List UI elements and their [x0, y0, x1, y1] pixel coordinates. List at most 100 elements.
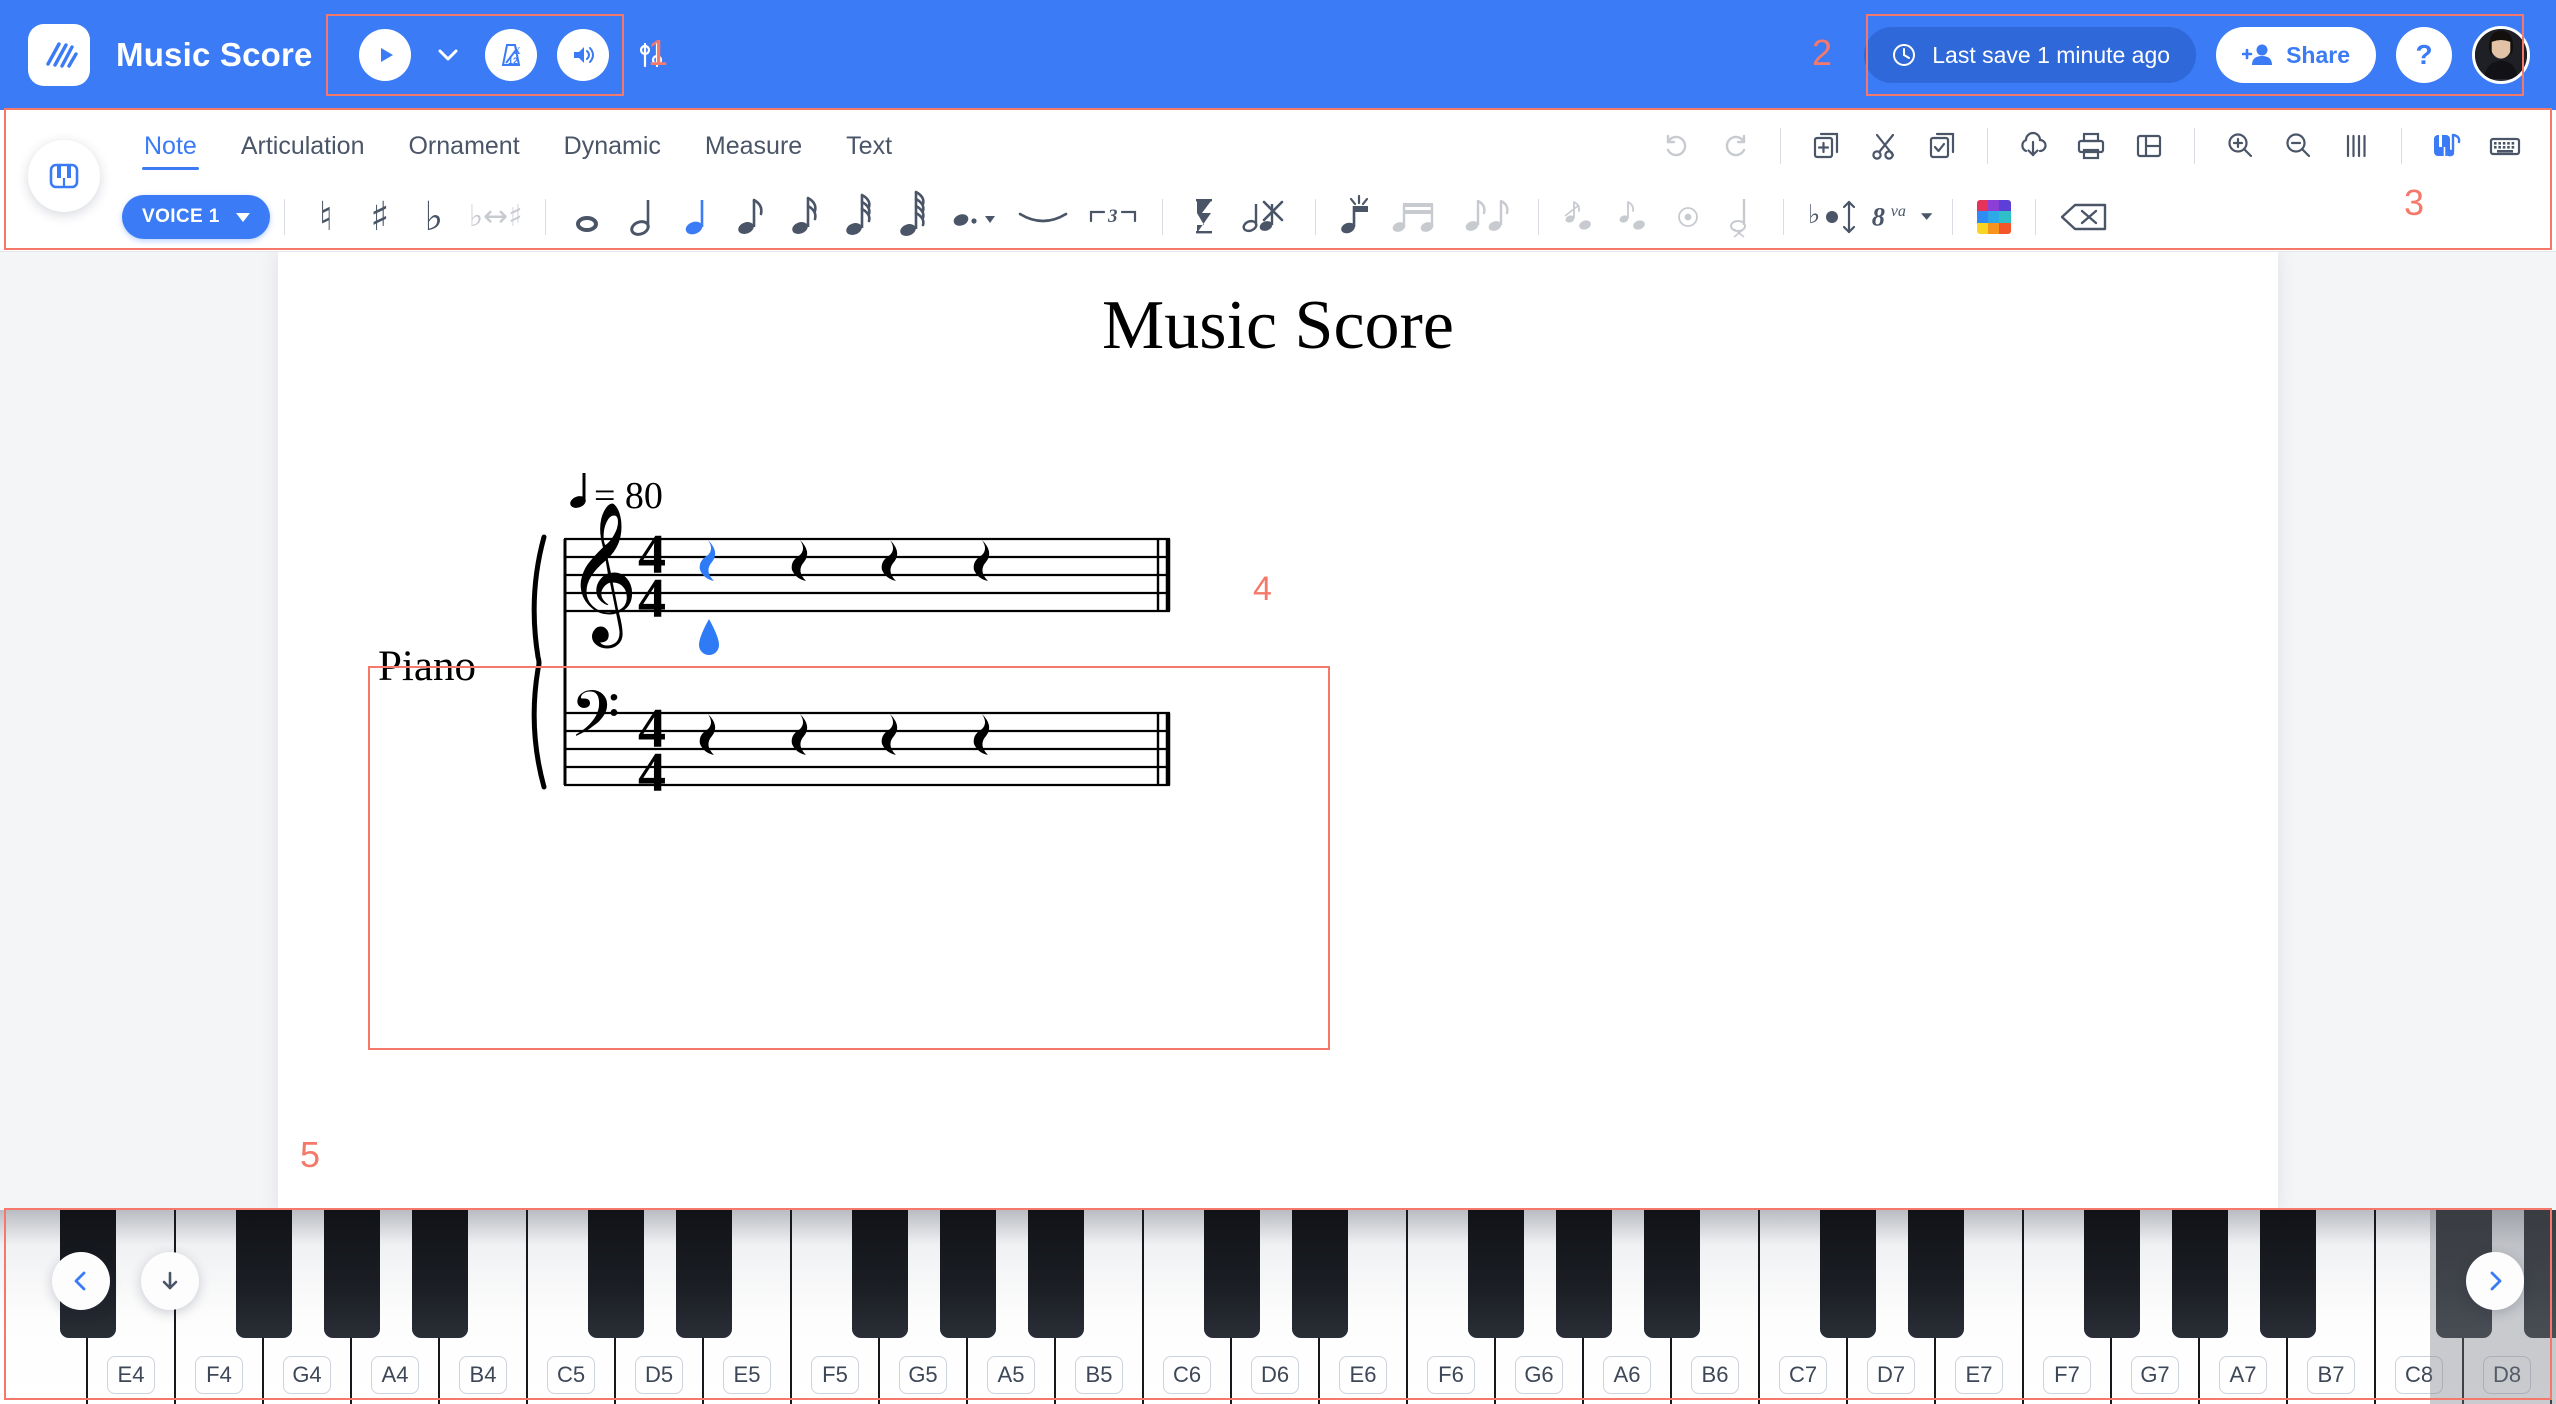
tuplet-button[interactable]: 3 [1078, 190, 1148, 244]
tie-button[interactable] [1008, 190, 1078, 244]
zoom-out-button[interactable] [2271, 119, 2325, 173]
tab-ornament[interactable]: Ornament [386, 110, 541, 182]
piano-black-key[interactable] [852, 1210, 908, 1338]
rest-button[interactable] [1177, 190, 1231, 244]
tab-articulation[interactable]: Articulation [219, 110, 387, 182]
natural-icon: ♮ [318, 194, 333, 240]
stem-button[interactable] [1715, 190, 1769, 244]
piano-black-key[interactable] [1820, 1210, 1876, 1338]
respell-button[interactable]: ♭↔♯ [461, 190, 531, 244]
erase-button[interactable] [2050, 190, 2120, 244]
piano-black-key[interactable] [1292, 1210, 1348, 1338]
print-button[interactable] [2064, 119, 2118, 173]
beam-break-button[interactable] [1454, 190, 1524, 244]
score-page[interactable]: Music Score = 80 Piano 𝄞 𝄢 4 4 4 4 4 [278, 252, 2278, 1210]
piano-black-key[interactable] [2084, 1210, 2140, 1338]
grace-note-button[interactable] [1553, 190, 1607, 244]
voice-selector[interactable]: VOICE 1 [122, 195, 270, 239]
toolbar-divider [1537, 199, 1539, 235]
tremolo-icon [1677, 207, 1698, 227]
piano-keys-icon[interactable] [28, 140, 100, 212]
help-button[interactable]: ? [2396, 27, 2452, 83]
piano-key-label: B5 [1075, 1356, 1123, 1394]
transpose-button[interactable]: ♭ [1798, 190, 1868, 244]
play-button[interactable] [358, 29, 411, 81]
keyboard-collapse-button[interactable] [141, 1252, 199, 1310]
metronome-count-in-button[interactable]: X 12 [484, 29, 537, 81]
toolbar-divider [1780, 128, 1781, 164]
whole-note-button[interactable] [560, 190, 614, 244]
piano-black-key[interactable] [676, 1210, 732, 1338]
play-options-dropdown[interactable] [431, 35, 465, 75]
piano-black-key[interactable] [1028, 1210, 1084, 1338]
volume-button[interactable] [556, 29, 609, 81]
piano-black-key[interactable] [940, 1210, 996, 1338]
share-button[interactable]: Share [2216, 27, 2376, 83]
tab-dynamic[interactable]: Dynamic [542, 110, 683, 182]
piano-black-key[interactable] [1908, 1210, 1964, 1338]
piano-key-label: B4 [459, 1356, 507, 1394]
piano-black-key[interactable] [1556, 1210, 1612, 1338]
quarter-note-icon [685, 200, 704, 235]
piano-input-button[interactable] [2420, 119, 2474, 173]
score-system[interactable]: = 80 Piano 𝄞 𝄢 4 4 4 4 [368, 467, 1328, 862]
sixteenth-note-button[interactable] [776, 190, 830, 244]
thirtysecond-note-icon [846, 193, 871, 235]
sharp-button[interactable]: ♯ [353, 190, 407, 244]
piano-keyboard[interactable]: E4 F4 G4 A4 B4 C5 D5 E5 F5 G5 A5 B5 C6 D6 E6 F6 G6 A6 B6 C7… [0, 1210, 2556, 1404]
dotted-note-icon [953, 214, 995, 226]
piano-black-key[interactable] [2260, 1210, 2316, 1338]
half-note-button[interactable] [614, 190, 668, 244]
piano-black-key[interactable] [324, 1210, 380, 1338]
delete-note-button[interactable] [1231, 190, 1301, 244]
keyboard-scroll-right-button[interactable] [2466, 1252, 2524, 1310]
piano-black-key[interactable] [2172, 1210, 2228, 1338]
layout-button[interactable] [2122, 119, 2176, 173]
piano-key-label: F6 [1427, 1356, 1475, 1394]
piano-key-label: E6 [1339, 1356, 1387, 1394]
paste-button[interactable] [1915, 119, 1969, 173]
natural-button[interactable]: ♮ [299, 190, 353, 244]
piano-black-key[interactable] [412, 1210, 468, 1338]
grace-note-slash-button[interactable] [1607, 190, 1661, 244]
music-score-logo-icon[interactable] [28, 24, 90, 86]
add-measure-button[interactable] [1799, 119, 1853, 173]
staff-lines-button[interactable] [2329, 119, 2383, 173]
tab-measure[interactable]: Measure [683, 110, 824, 182]
redo-button[interactable] [1708, 119, 1762, 173]
keyboard-scroll-left-button[interactable] [52, 1252, 110, 1310]
save-status-button[interactable]: Last save 1 minute ago [1864, 27, 2197, 83]
color-picker-button[interactable] [1967, 190, 2021, 244]
piano-key-label: F7 [2043, 1356, 2091, 1394]
flat-button[interactable]: ♭ [407, 190, 461, 244]
tab-note[interactable]: Note [122, 110, 219, 182]
tremolo-button[interactable] [1661, 190, 1715, 244]
score-canvas[interactable]: Music Score = 80 Piano 𝄞 𝄢 4 4 4 4 4 [0, 252, 2556, 1210]
flip-stem-button[interactable] [1330, 190, 1384, 244]
piano-black-key[interactable] [588, 1210, 644, 1338]
dotted-note-button[interactable] [938, 190, 1008, 244]
quarter-note-button[interactable] [668, 190, 722, 244]
piano-black-key[interactable] [1204, 1210, 1260, 1338]
beam-join-button[interactable] [1384, 190, 1454, 244]
download-button[interactable] [2006, 119, 2060, 173]
computer-keyboard-button[interactable] [2478, 119, 2532, 173]
thirtysecond-note-button[interactable] [830, 190, 884, 244]
toolbar-divider [1951, 199, 1953, 235]
sixtyfourth-note-button[interactable] [884, 190, 938, 244]
grace-note-icon [1564, 201, 1591, 230]
undo-button[interactable] [1650, 119, 1704, 173]
header-right-actions: Last save 1 minute ago Share ? [1864, 0, 2530, 110]
piano-black-key[interactable] [1644, 1210, 1700, 1338]
arrow-down-icon [162, 1271, 178, 1290]
user-avatar[interactable] [2472, 26, 2530, 84]
bass-time-signature: 4 4 [638, 698, 666, 804]
eighth-note-button[interactable] [722, 190, 776, 244]
piano-black-key[interactable] [236, 1210, 292, 1338]
piano-black-key[interactable] [1468, 1210, 1524, 1338]
zoom-in-button[interactable] [2213, 119, 2267, 173]
octave-shift-button[interactable]: 8 va [1868, 190, 1938, 244]
tab-text[interactable]: Text [824, 110, 914, 182]
cut-button[interactable] [1857, 119, 1911, 173]
score-title[interactable]: Music Score [278, 286, 2278, 366]
